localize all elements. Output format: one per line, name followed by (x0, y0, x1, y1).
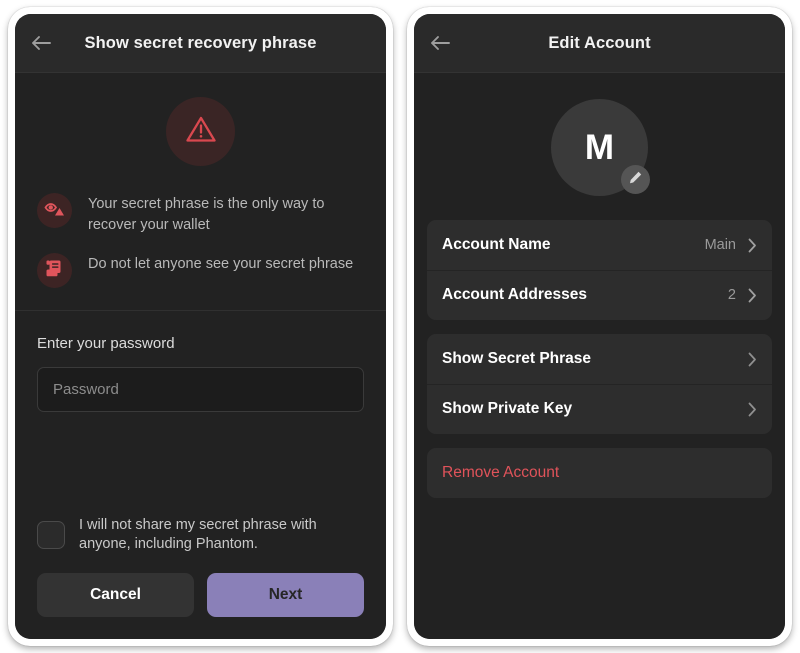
cancel-button[interactable]: Cancel (37, 573, 194, 617)
warning-section: Your secret phrase is the only way to re… (15, 73, 386, 312)
edit-account-screen: Edit Account M Account Name Main Account… (414, 14, 785, 639)
chevron-right-icon (748, 288, 757, 303)
left-body: Your secret phrase is the only way to re… (15, 73, 386, 639)
row-label: Account Addresses (442, 286, 587, 303)
avatar-edit-button[interactable] (621, 165, 650, 194)
left-spacer (15, 412, 386, 516)
acknowledge-checkbox-row[interactable]: I will not share my secret phrase with a… (15, 516, 386, 555)
screenshot-root: Show secret recovery phrase Your secret … (0, 0, 800, 653)
next-button[interactable]: Next (207, 573, 364, 617)
avatar-wrap: M (427, 73, 772, 220)
security-card: Show Secret Phrase Show Private Key (427, 334, 772, 434)
avatar: M (551, 99, 650, 196)
row-remove-account[interactable]: Remove Account (427, 448, 772, 498)
password-label: Enter your password (37, 335, 175, 353)
right-device-frame: Edit Account M Account Name Main Account… (407, 7, 792, 646)
row-label: Remove Account (442, 464, 560, 481)
warning-item-icon (37, 253, 72, 289)
acknowledge-checkbox[interactable] (37, 521, 65, 550)
chevron-right-icon (748, 238, 757, 253)
left-device-frame: Show secret recovery phrase Your secret … (8, 7, 393, 646)
row-value: Main (704, 237, 736, 253)
row-value: 2 (727, 287, 736, 303)
acknowledge-checkbox-label: I will not share my secret phrase with a… (79, 516, 317, 553)
page-title: Show secret recovery phrase (84, 33, 317, 52)
arrow-left-icon (430, 35, 450, 51)
password-section: Enter your password (15, 311, 386, 413)
eye-warning-icon (44, 200, 65, 222)
warning-item-icon (37, 193, 72, 228)
right-body: M Account Name Main Account Addresses 2 … (414, 73, 785, 639)
chevron-right-icon (748, 402, 757, 417)
warning-item: Do not let anyone see your secret phrase (37, 252, 364, 289)
pencil-icon (628, 170, 643, 190)
page-title: Edit Account (548, 33, 651, 52)
warning-badge (166, 97, 235, 166)
back-button[interactable] (427, 30, 453, 56)
row-label: Account Name (442, 236, 551, 253)
account-info-card: Account Name Main Account Addresses 2 (427, 220, 772, 320)
show-recovery-phrase-screen: Show secret recovery phrase Your secret … (15, 14, 386, 639)
warning-triangle-icon (185, 114, 217, 149)
warning-item: Your secret phrase is the only way to re… (37, 192, 364, 235)
warning-badge-wrap (37, 97, 364, 166)
arrow-left-icon (31, 35, 51, 51)
avatar-letter: M (584, 127, 615, 167)
left-header: Show secret recovery phrase (15, 14, 386, 73)
warning-item-text: Your secret phrase is the only way to re… (88, 196, 325, 233)
scroll-document-icon (45, 259, 64, 283)
row-account-addresses[interactable]: Account Addresses 2 (427, 270, 772, 320)
remove-account-card: Remove Account (427, 448, 772, 498)
row-label: Show Secret Phrase (442, 350, 592, 367)
back-button[interactable] (28, 30, 54, 56)
password-input[interactable] (37, 367, 364, 413)
warning-item-text: Do not let anyone see your secret phrase (88, 256, 354, 273)
right-header: Edit Account (414, 14, 785, 73)
footer-buttons: Cancel Next (15, 573, 386, 639)
chevron-right-icon (748, 352, 757, 367)
row-account-name[interactable]: Account Name Main (427, 220, 772, 270)
row-show-secret-phrase[interactable]: Show Secret Phrase (427, 334, 772, 384)
row-label: Show Private Key (442, 400, 573, 417)
row-show-private-key[interactable]: Show Private Key (427, 384, 772, 434)
